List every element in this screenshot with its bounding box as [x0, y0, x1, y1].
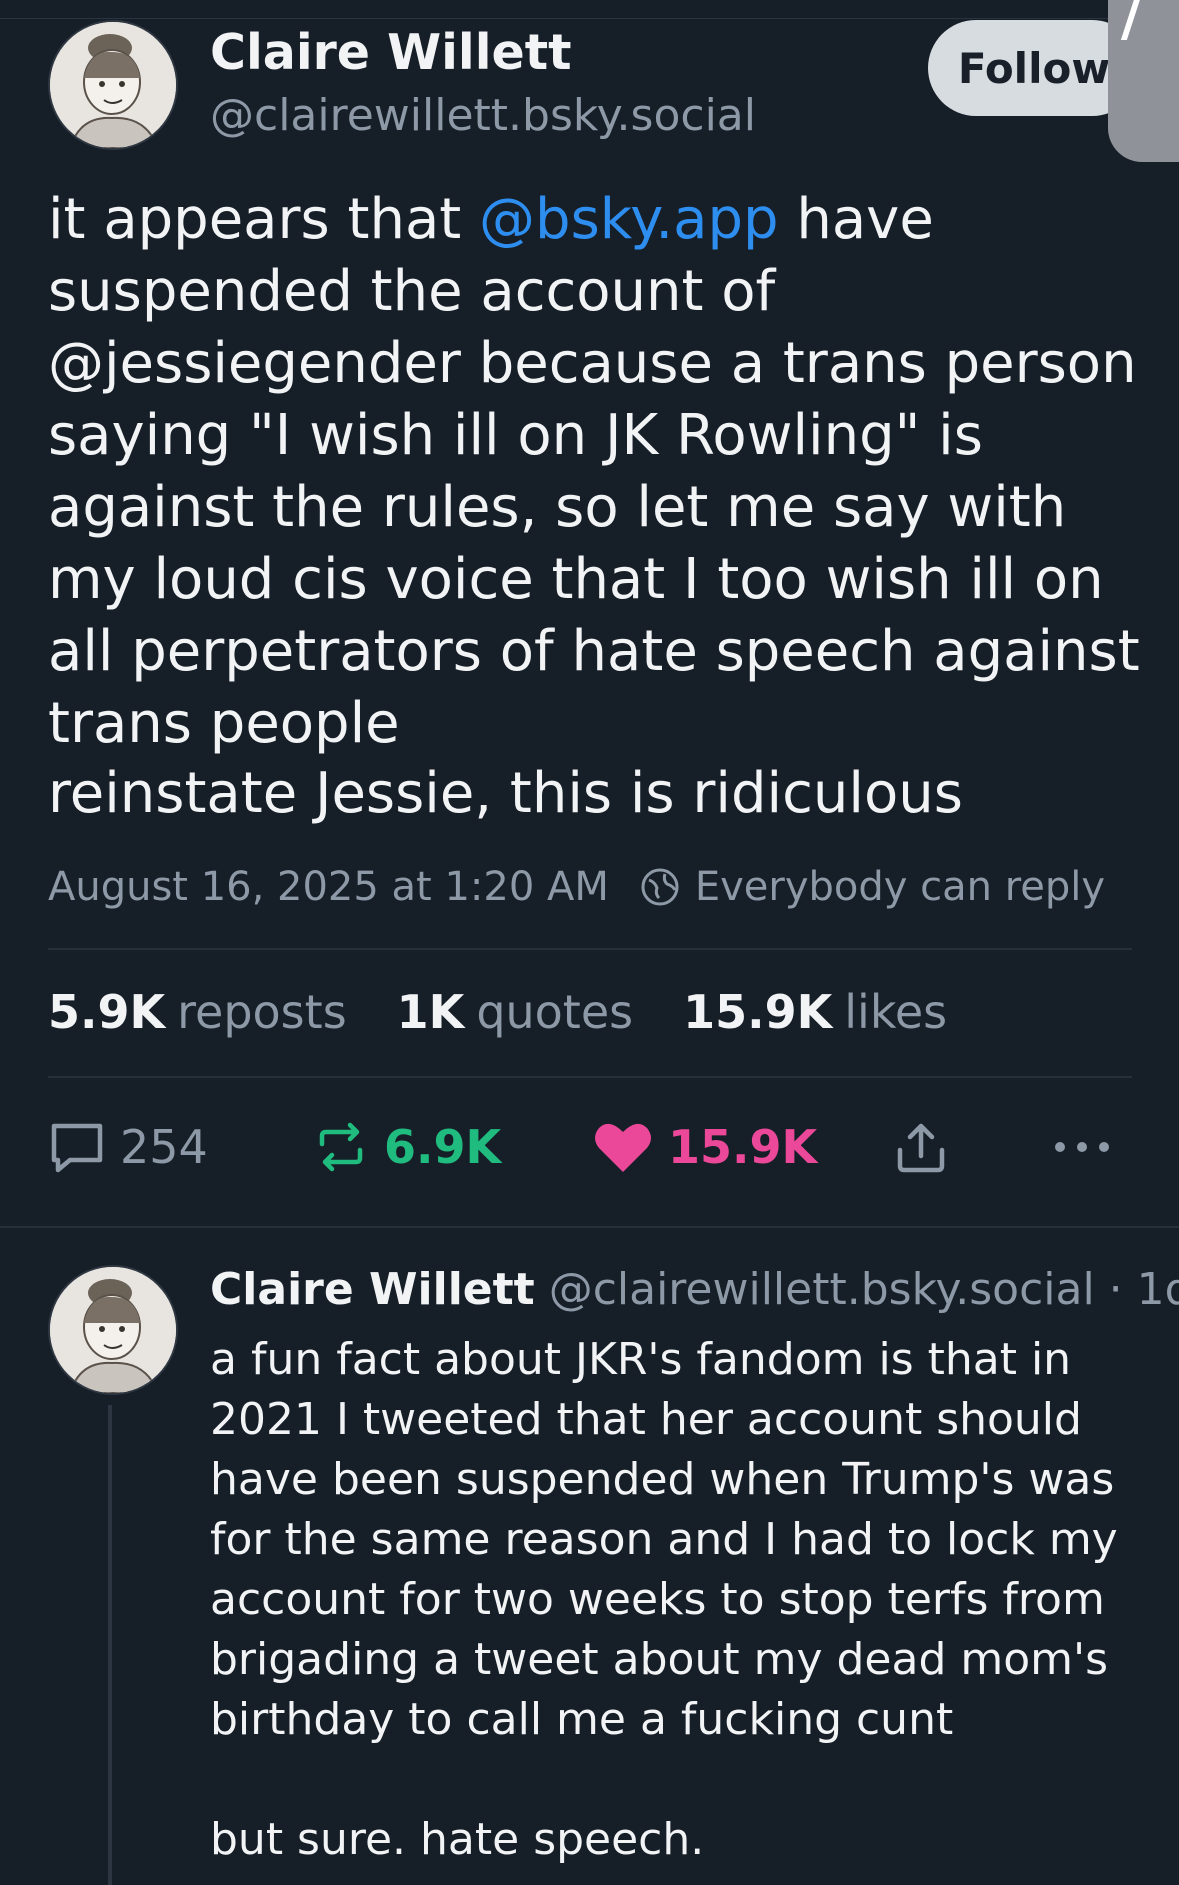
post-text: it appears that @bsky.app have suspended…: [48, 184, 1148, 760]
post-timestamp: August 16, 2025 at 1:20 AM: [48, 864, 609, 910]
quotes-stat[interactable]: 1K quotes: [397, 985, 633, 1039]
post-meta: August 16, 2025 at 1:20 AM Everybody can…: [48, 864, 1105, 910]
divider: [48, 948, 1132, 950]
reply-text: a fun fact about JKR's fandom is that in…: [210, 1334, 1118, 1745]
chevron-left-icon: [1120, 0, 1158, 40]
post-text-start: it appears that: [48, 187, 480, 252]
repost-icon: [319, 1122, 363, 1172]
quotes-count: 1K: [396, 985, 465, 1039]
like-button[interactable]: 15.9K: [592, 1118, 892, 1176]
likes-stat[interactable]: 15.9K likes: [683, 985, 947, 1039]
share-button[interactable]: [892, 1118, 1052, 1176]
reply-author-name[interactable]: Claire Willett: [210, 1264, 535, 1315]
mention-link[interactable]: @bsky.app: [479, 187, 779, 252]
reply-author-handle[interactable]: @clairewillett.bsky.social · 1d: [549, 1264, 1179, 1315]
author-handle[interactable]: @clairewillett.bsky.social: [210, 90, 756, 141]
post-text-paragraph-2: reinstate Jessie, this is ridiculous: [48, 761, 963, 826]
globe-icon: [641, 868, 679, 906]
top-divider: [0, 18, 1179, 19]
likes-label: likes: [844, 985, 948, 1039]
reply-text-paragraph-2: but sure. hate speech.: [210, 1814, 705, 1865]
action-bar: 254 6.9K 15.9K: [48, 1118, 1126, 1176]
reply-button[interactable]: 254: [48, 1118, 312, 1176]
avatar-illustration: [50, 22, 176, 148]
reposts-label: reposts: [177, 985, 347, 1039]
divider: [48, 1076, 1132, 1078]
engagement-stats: 5.9K reposts 1K quotes 15.9K likes: [48, 985, 997, 1039]
likes-count: 15.9K: [683, 985, 833, 1039]
reply-header: Claire Willett @clairewillett.bsky.socia…: [210, 1264, 1179, 1315]
reply-setting[interactable]: Everybody can reply: [695, 864, 1105, 910]
comment-icon: [51, 1123, 103, 1173]
avatar[interactable]: [48, 20, 178, 150]
reposts-stat[interactable]: 5.9K reposts: [48, 985, 347, 1039]
heart-icon: [595, 1123, 651, 1172]
post-separator: [0, 1226, 1179, 1228]
thread-line: [108, 1405, 112, 1885]
reply-count: 254: [120, 1120, 208, 1174]
avatar-illustration: [50, 1267, 176, 1393]
side-back-tab[interactable]: [1108, 0, 1179, 162]
repost-count: 6.9K: [384, 1120, 502, 1174]
author-name[interactable]: Claire Willett: [210, 24, 572, 81]
repost-button[interactable]: 6.9K: [312, 1118, 592, 1176]
quotes-label: quotes: [476, 985, 634, 1039]
share-icon: [897, 1123, 945, 1173]
more-options-button[interactable]: [1052, 1137, 1126, 1157]
post-text-rest: have suspended the account of @jessiegen…: [48, 187, 1140, 756]
reposts-count: 5.9K: [48, 985, 166, 1039]
more-icon: [1055, 1142, 1109, 1152]
like-count: 15.9K: [668, 1120, 818, 1174]
reply-avatar[interactable]: [48, 1265, 178, 1395]
